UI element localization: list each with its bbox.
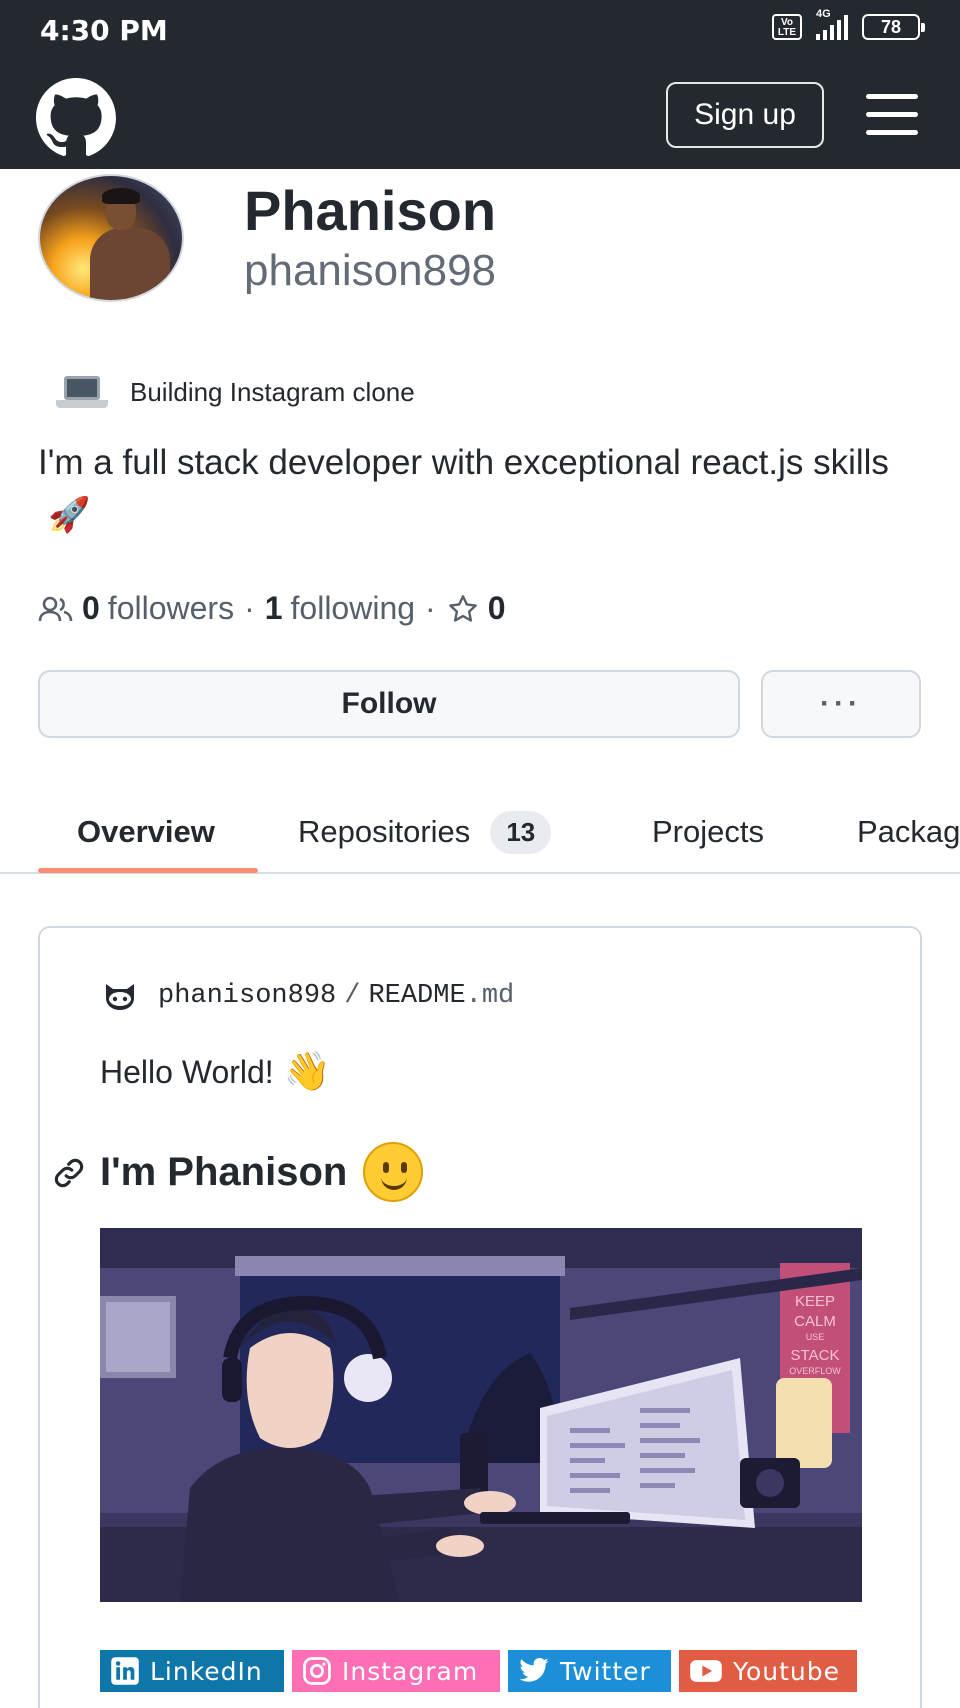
system-icons: Vo LTE 4G 78 — [772, 8, 925, 40]
menu-icon[interactable] — [866, 94, 918, 136]
social-badges: LinkedIn Instagram Twitter Youtube — [100, 1650, 857, 1692]
star-icon[interactable] — [446, 593, 480, 625]
network-type: 4G — [816, 8, 831, 20]
youtube-icon — [690, 1660, 722, 1682]
following-link[interactable]: following — [291, 590, 416, 627]
readme-file-name[interactable]: README — [368, 981, 465, 1011]
follow-button[interactable]: Follow — [38, 670, 740, 738]
instagram-badge[interactable]: Instagram — [292, 1650, 500, 1692]
stars-count[interactable]: 0 — [488, 590, 506, 627]
followers-count[interactable]: 0 — [82, 590, 100, 627]
rocket-icon: 🚀 — [48, 496, 91, 534]
tab-packages[interactable]: Packages — [857, 790, 960, 874]
github-logo-icon[interactable] — [36, 78, 116, 158]
readme-path: phanison898 / README .md — [100, 980, 514, 1012]
poster-line-3: USE — [806, 1332, 825, 1342]
signal-icon: 4G — [816, 8, 848, 40]
bio-text: I'm a full stack developer with exceptio… — [38, 443, 889, 482]
readme-file-ext: .md — [465, 981, 515, 1011]
profile-status: Building Instagram clone — [56, 372, 415, 412]
poster-line-1: KEEP — [795, 1293, 835, 1310]
smiling-face-icon — [363, 1142, 424, 1202]
repositories-counter: 13 — [490, 810, 552, 854]
tab-projects[interactable]: Projects — [652, 790, 764, 874]
octocat-icon — [106, 984, 134, 1010]
poster-line-5: OVERFLOW — [789, 1366, 841, 1376]
volte-icon: Vo LTE — [772, 14, 802, 40]
people-icon — [38, 596, 73, 621]
site-header: Sign up — [0, 68, 960, 169]
profile-name: Phanison — [244, 179, 497, 242]
battery-icon: 78 — [862, 14, 925, 40]
linkedin-badge[interactable]: LinkedIn — [100, 1650, 284, 1692]
readme-heading: I'm Phanison — [100, 1142, 424, 1202]
linkedin-icon — [111, 1657, 139, 1685]
tab-repositories[interactable]: Repositories 13 — [298, 790, 552, 874]
tab-overview[interactable]: Overview — [77, 790, 215, 874]
youtube-badge[interactable]: Youtube — [679, 1650, 857, 1692]
laptop-icon — [56, 372, 108, 412]
twitter-badge[interactable]: Twitter — [508, 1650, 671, 1692]
follow-stats: 0 followers · 1 following · 0 — [38, 590, 513, 627]
profile-login: phanison898 — [244, 246, 497, 295]
instagram-icon — [303, 1657, 331, 1685]
status-message: Building Instagram clone — [130, 376, 415, 407]
sign-up-button[interactable]: Sign up — [666, 82, 824, 148]
readme-card: phanison898 / README .md Hello World! 👋 I… — [38, 926, 922, 1708]
profile-tabs: Overview Repositories 13 Projects Packag… — [0, 790, 960, 874]
avatar — [38, 174, 184, 302]
active-tab-indicator — [38, 868, 258, 873]
following-count[interactable]: 1 — [265, 590, 283, 627]
battery-level: 78 — [880, 17, 902, 37]
followers-link[interactable]: followers — [108, 590, 234, 627]
more-options-button[interactable]: ··· — [761, 670, 921, 738]
waving-hand-icon: 👋 — [283, 1051, 332, 1093]
profile-bio: I'm a full stack developer with exceptio… — [38, 438, 918, 540]
anchor-link-icon[interactable] — [52, 1156, 86, 1190]
readme-hello: Hello World! 👋 — [100, 1051, 332, 1093]
status-bar: 4:30 PM Vo LTE 4G 78 — [0, 0, 960, 68]
clock: 4:30 PM — [40, 14, 168, 47]
developer-illustration: KEEP CALM USE STACK OVERFLOW — [100, 1228, 862, 1602]
poster-line-2: CALM — [794, 1313, 836, 1330]
twitter-icon — [519, 1657, 549, 1682]
poster-line-4: STACK — [791, 1347, 840, 1364]
readme-owner-link[interactable]: phanison898 — [158, 981, 336, 1011]
